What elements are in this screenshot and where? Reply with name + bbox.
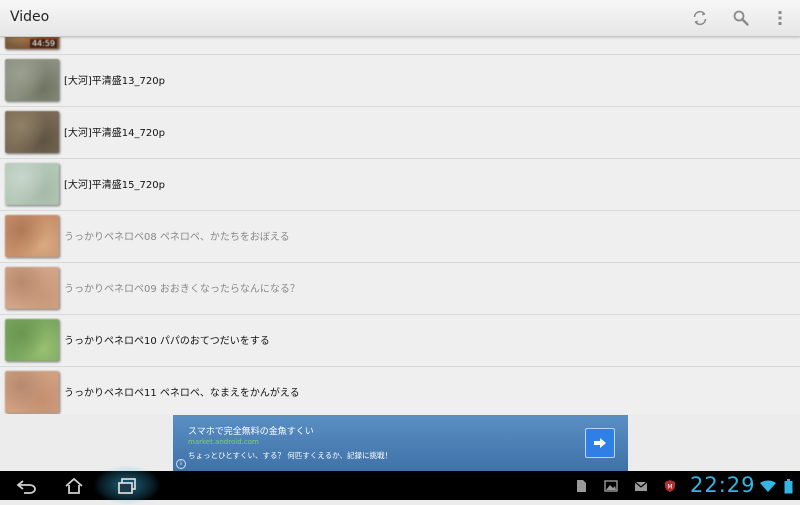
video-thumbnail bbox=[5, 163, 59, 205]
video-title: [大河]平清盛14_720p bbox=[64, 128, 165, 139]
battery-icon bbox=[780, 478, 796, 494]
video-list-item[interactable]: [大河]平清盛15_720p bbox=[0, 159, 800, 211]
back-icon bbox=[16, 480, 36, 494]
video-thumbnail bbox=[5, 59, 59, 101]
video-list-item[interactable]: うっかりペネロペ10 パパのおてつだいをする bbox=[0, 315, 800, 367]
video-thumbnail: 44:59 bbox=[5, 36, 59, 49]
ad-title: スマホで完全無料の金魚すくい bbox=[188, 427, 314, 437]
video-title: [大河]平清盛15_720p bbox=[64, 180, 165, 191]
svg-text:M: M bbox=[667, 484, 672, 491]
sd-card-icon bbox=[573, 478, 589, 494]
ad-open-button[interactable] bbox=[585, 428, 615, 458]
video-thumbnail bbox=[5, 319, 59, 361]
search-button[interactable] bbox=[729, 6, 753, 30]
ad-url: market.android.com bbox=[188, 438, 259, 446]
gallery-notification-icon bbox=[603, 478, 619, 494]
app-title: Video bbox=[10, 9, 50, 25]
video-title: うっかりペネロペ11 ペネロペ、なまえをかんがえる bbox=[64, 388, 300, 399]
recent-apps-icon bbox=[118, 478, 136, 494]
clock[interactable]: 22:29 bbox=[690, 473, 756, 497]
back-button[interactable] bbox=[10, 475, 44, 497]
ad-text: ちょっとひとすくい、する？ 何匹すくえるか、記録に挑戦！ bbox=[188, 451, 393, 460]
security-notification-icon: M bbox=[662, 478, 678, 494]
wifi-icon bbox=[760, 478, 776, 494]
video-list[interactable]: 44:59 [大河]平清盛13_720p [大河]平清盛14_720p [大河]平清盛… bbox=[0, 36, 800, 414]
gmail-notification-icon bbox=[633, 478, 649, 494]
video-title: うっかりペネロペ10 パパのおてつだいをする bbox=[64, 336, 270, 347]
refresh-button[interactable] bbox=[688, 6, 712, 30]
overflow-menu-button[interactable] bbox=[768, 6, 792, 30]
app-window: Video 44:59 [大河]平清盛13_720p [大河]平清盛14_720p [… bbox=[0, 0, 800, 505]
video-title: うっかりペネロペ09 おおきくなったらなんになる？ bbox=[64, 284, 300, 295]
video-title: うっかりペネロペ08 ペネロペ、かたちをおぼえる bbox=[64, 232, 290, 243]
search-icon bbox=[733, 10, 749, 26]
video-list-item[interactable]: [大河]平清盛14_720p bbox=[0, 107, 800, 159]
video-thumbnail bbox=[5, 371, 59, 413]
home-icon bbox=[65, 477, 83, 494]
video-list-item[interactable]: 44:59 bbox=[0, 36, 800, 55]
system-bar: M 22:29 bbox=[0, 465, 800, 505]
arrow-right-icon bbox=[594, 438, 606, 448]
video-list-item[interactable]: うっかりペネロペ08 ペネロペ、かたちをおぼえる bbox=[0, 211, 800, 263]
home-button[interactable] bbox=[57, 475, 91, 497]
video-thumbnail bbox=[5, 267, 59, 309]
overflow-menu-icon bbox=[778, 11, 782, 25]
ad-banner[interactable]: スマホで完全無料の金魚すくい market.android.com ちょっとひと… bbox=[173, 415, 628, 471]
video-list-item[interactable]: うっかりペネロペ09 おおきくなったらなんになる？ bbox=[0, 263, 800, 315]
video-duration: 44:59 bbox=[29, 39, 57, 48]
video-thumbnail bbox=[5, 111, 59, 153]
video-title: [大河]平清盛13_720p bbox=[64, 76, 165, 87]
ad-info-icon[interactable]: i bbox=[176, 459, 186, 469]
video-list-item[interactable]: うっかりペネロペ11 ペネロペ、なまえをかんがえる bbox=[0, 367, 800, 414]
video-thumbnail bbox=[5, 215, 59, 257]
recent-apps-button[interactable] bbox=[110, 475, 144, 497]
refresh-icon bbox=[693, 10, 707, 26]
action-bar: Video bbox=[0, 0, 800, 37]
video-list-item[interactable]: [大河]平清盛13_720p bbox=[0, 55, 800, 107]
